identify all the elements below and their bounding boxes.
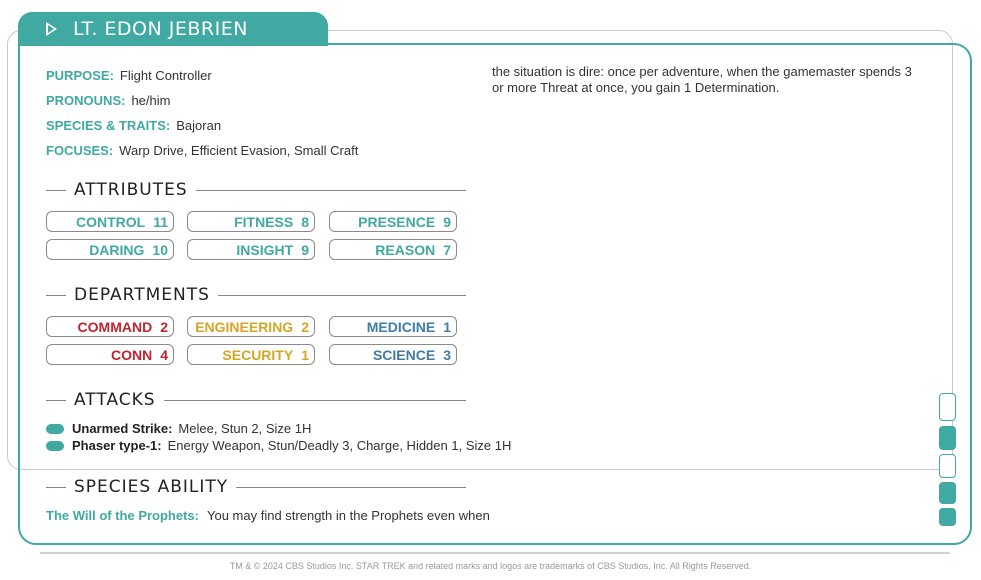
department-science[interactable]: SCIENCE 3 xyxy=(329,344,457,365)
department-name: SECURITY xyxy=(222,346,294,363)
attribute-value: 8 xyxy=(301,213,309,230)
attribute-value: 7 xyxy=(443,241,451,258)
attribute-control[interactable]: CONTROL 11 xyxy=(46,211,174,232)
pronouns-row: PRONOUNS: he/him xyxy=(46,88,358,113)
attacks-heading: ATTACKS xyxy=(46,390,466,410)
play-icon xyxy=(46,22,57,36)
attack-description: Melee, Stun 2, Size 1H xyxy=(178,421,312,436)
department-value: 4 xyxy=(160,346,168,363)
pronouns-value: he/him xyxy=(131,93,171,108)
focuses-value: Warp Drive, Efficient Evasion, Small Cra… xyxy=(119,143,359,158)
department-name: SCIENCE xyxy=(372,346,436,363)
species-ability-continued: the situation is dire: once per adventur… xyxy=(492,64,912,95)
attribute-reason[interactable]: REASON 7 xyxy=(329,239,457,260)
attack-item[interactable]: Unarmed Strike: Melee, Stun 2, Size 1H xyxy=(46,421,311,436)
department-value: 3 xyxy=(443,346,451,363)
focuses-row: FOCUSES: Warp Drive, Efficient Evasion, S… xyxy=(46,138,358,163)
heading-rule xyxy=(195,189,466,191)
species-value: Bajoran xyxy=(176,118,222,133)
heading-dash xyxy=(46,399,66,401)
species-row: SPECIES & TRAITS: Bajoran xyxy=(46,113,358,138)
heading-dash xyxy=(46,294,66,296)
attack-name: Phaser type-1: xyxy=(72,438,162,453)
attribute-name: PRESENCE xyxy=(358,213,436,230)
attribute-name: INSIGHT xyxy=(236,241,294,258)
species-ability-title: SPECIES ABILITY xyxy=(74,477,229,497)
heading-dash xyxy=(46,189,66,191)
attribute-name: CONTROL xyxy=(75,213,146,230)
heading-rule xyxy=(236,486,466,488)
attack-description: Energy Weapon, Stun/Deadly 3, Charge, Hi… xyxy=(167,438,512,453)
attacks-title: ATTACKS xyxy=(74,390,156,410)
department-value: 2 xyxy=(160,318,168,335)
attack-item[interactable]: Phaser type-1: Energy Weapon, Stun/Deadl… xyxy=(46,438,511,453)
character-name: LT. EDON JEBRIEN xyxy=(73,18,248,40)
species-ability-text: The Will of the Prophets: You may find st… xyxy=(46,508,490,523)
department-value: 1 xyxy=(443,318,451,335)
heading-dash xyxy=(46,486,66,488)
department-medicine[interactable]: MEDICINE 1 xyxy=(329,316,457,337)
species-ability-name: The Will of the Prophets: xyxy=(46,508,199,523)
attack-bullet-icon xyxy=(46,423,64,434)
purpose-label: PURPOSE: xyxy=(46,68,114,83)
department-name: CONN xyxy=(110,346,153,363)
species-ability-heading: SPECIES ABILITY xyxy=(46,477,466,497)
department-value: 2 xyxy=(301,318,309,335)
side-tab-button[interactable] xyxy=(939,454,956,478)
heading-rule xyxy=(163,399,466,401)
attribute-value: 9 xyxy=(301,241,309,258)
attribute-presence[interactable]: PRESENCE 9 xyxy=(329,211,457,232)
attribute-name: FITNESS xyxy=(234,213,294,230)
purpose-row: PURPOSE: Flight Controller xyxy=(46,63,358,88)
attribute-daring[interactable]: DARING 10 xyxy=(46,239,174,260)
heading-rule xyxy=(217,294,466,296)
card-shadow xyxy=(40,552,950,554)
department-engineering[interactable]: ENGINEERING 2 xyxy=(187,316,315,337)
purpose-value: Flight Controller xyxy=(119,68,212,83)
attack-name: Unarmed Strike: xyxy=(72,421,173,436)
department-name: ENGINEERING xyxy=(195,318,294,335)
side-tab-button[interactable] xyxy=(939,482,956,504)
character-info: PURPOSE: Flight Controller PRONOUNS: he/hi… xyxy=(46,63,358,163)
attribute-name: DARING xyxy=(89,241,145,258)
attribute-value: 9 xyxy=(443,213,451,230)
department-conn[interactable]: CONN 4 xyxy=(46,344,174,365)
department-value: 1 xyxy=(301,346,309,363)
side-tab-button[interactable] xyxy=(939,426,956,450)
species-label: SPECIES & TRAITS: xyxy=(46,118,171,133)
side-tab-button[interactable] xyxy=(939,508,956,526)
department-name: COMMAND xyxy=(77,318,153,335)
attributes-title: ATTRIBUTES xyxy=(74,180,188,200)
attribute-value: 10 xyxy=(152,241,168,258)
copyright-footer: TM & © 2024 CBS Studios Inc. STAR TREK a… xyxy=(229,561,752,571)
departments-title: DEPARTMENTS xyxy=(74,285,210,305)
species-ability-body: You may find strength in the Prophets ev… xyxy=(207,508,490,523)
department-command[interactable]: COMMAND 2 xyxy=(46,316,174,337)
attribute-name: REASON xyxy=(375,241,436,258)
attribute-fitness[interactable]: FITNESS 8 xyxy=(187,211,315,232)
side-tab-button[interactable] xyxy=(939,393,956,421)
focuses-label: FOCUSES: xyxy=(46,143,114,158)
attribute-insight[interactable]: INSIGHT 9 xyxy=(187,239,315,260)
departments-heading: DEPARTMENTS xyxy=(46,285,466,305)
attack-bullet-icon xyxy=(46,440,64,451)
character-title-tab[interactable]: LT. EDON JEBRIEN xyxy=(18,12,328,46)
department-security[interactable]: SECURITY 1 xyxy=(187,344,315,365)
pronouns-label: PRONOUNS: xyxy=(46,93,126,108)
department-name: MEDICINE xyxy=(366,318,436,335)
attributes-heading: ATTRIBUTES xyxy=(46,180,466,200)
attribute-value: 11 xyxy=(153,213,168,230)
